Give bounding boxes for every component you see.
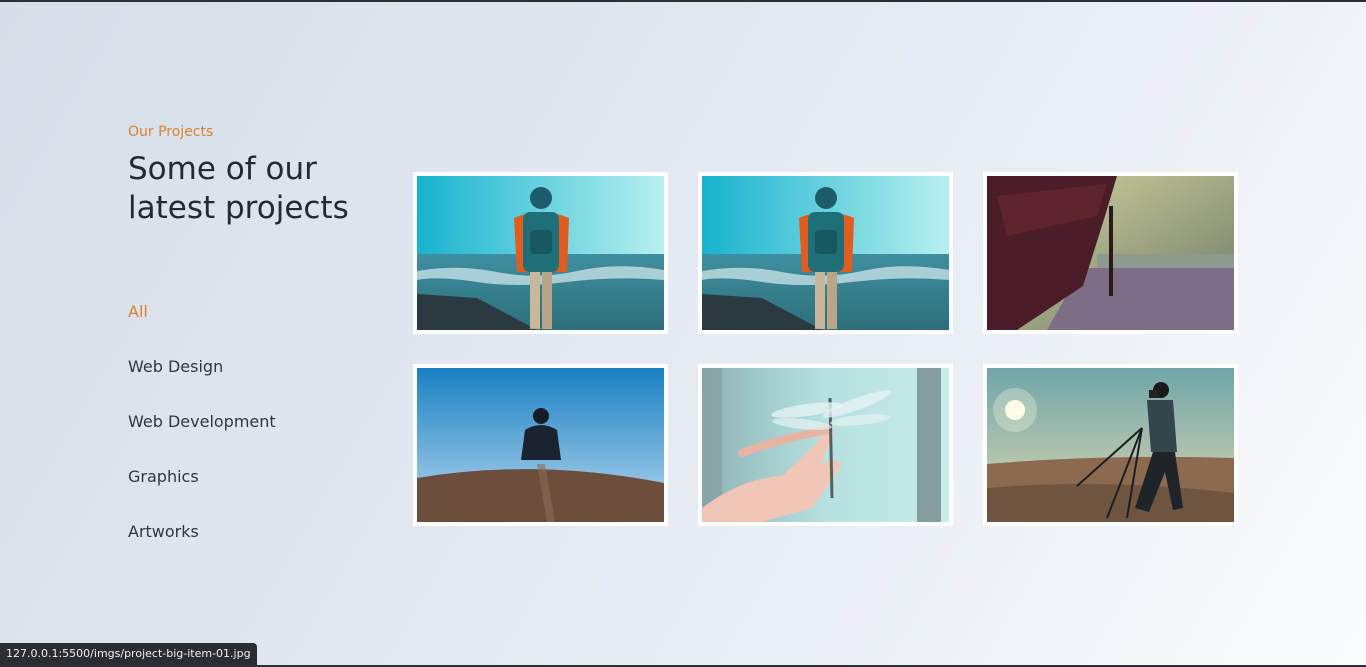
- seashore-backpacker-image: [417, 176, 664, 330]
- shipwreck-image: [987, 176, 1234, 330]
- project-thumbnail-shipwreck[interactable]: [983, 172, 1238, 334]
- filter-graphics[interactable]: Graphics: [128, 460, 276, 515]
- filter-artworks[interactable]: Artworks: [128, 515, 276, 570]
- project-thumbnail-dragonfly[interactable]: [698, 364, 953, 526]
- filter-web-design[interactable]: Web Design: [128, 350, 276, 405]
- projects-gallery: [413, 172, 1253, 532]
- filter-web-development[interactable]: Web Development: [128, 405, 276, 460]
- project-thumbnail-seashore-backpacker-2[interactable]: [698, 172, 953, 334]
- project-filter-list: All Web Design Web Development Graphics …: [128, 295, 276, 570]
- filter-all[interactable]: All: [128, 295, 276, 350]
- project-thumbnail-photographer[interactable]: [983, 364, 1238, 526]
- browser-status-bar: 127.0.0.1:5500/imgs/project-big-item-01.…: [0, 643, 257, 665]
- seashore-backpacker-image: [702, 176, 949, 330]
- photographer-image: [987, 368, 1234, 522]
- section-eyebrow: Our Projects: [128, 124, 214, 140]
- section-heading: Some of our latest projects: [128, 151, 349, 226]
- project-thumbnail-hilltop-person[interactable]: [413, 364, 668, 526]
- dragonfly-hand-image: [702, 368, 949, 522]
- window-top-border: [0, 0, 1366, 2]
- project-thumbnail-seashore-backpacker-1[interactable]: [413, 172, 668, 334]
- hilltop-person-image: [417, 368, 664, 522]
